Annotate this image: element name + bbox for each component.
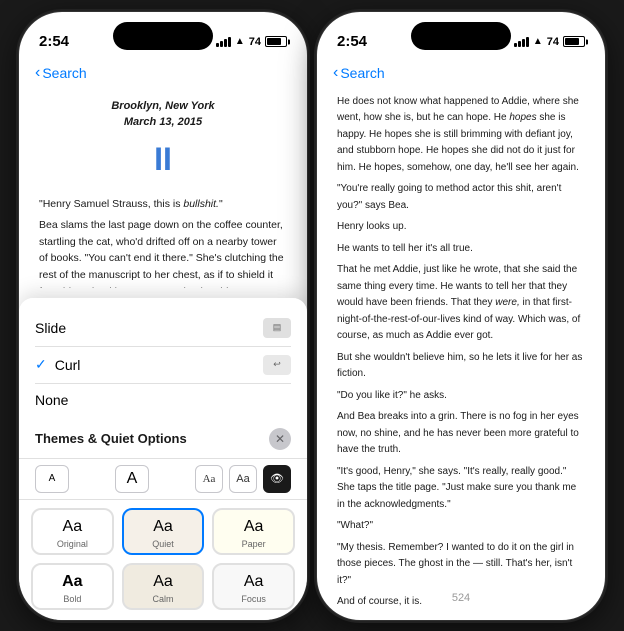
font-style-icons: Aa Aa 👁: [195, 465, 291, 493]
left-status-icons: ▲ 74: [216, 36, 287, 48]
phones-container: 2:54 ▲ 74 ‹ Search: [18, 11, 606, 621]
right-dynamic-island: [411, 22, 511, 50]
none-label: None: [35, 392, 68, 408]
right-para-6: But she wouldn't believe him, so he lets…: [337, 350, 585, 383]
right-para-5: That he met Addie, just like he wrote, t…: [337, 262, 585, 345]
chapter-number: II: [39, 135, 287, 185]
right-status-time: 2:54: [337, 33, 367, 50]
right-para-11: "My thesis. Remember? I wanted to do it …: [337, 540, 585, 590]
overlay-panel: Slide ▤ ✓ Curl ↩ None Themes & Quiet Opt…: [19, 298, 307, 620]
close-button[interactable]: ✕: [269, 428, 291, 450]
theme-bold-label: Bold: [63, 594, 81, 604]
right-status-icons: ▲ 74: [514, 36, 585, 48]
right-battery-text: 74: [547, 36, 559, 48]
curl-icon: ↩: [263, 355, 291, 375]
right-para-4: He wants to tell her it's all true.: [337, 241, 585, 258]
book-para-1: "Henry Samuel Strauss, this is bullshit.…: [39, 196, 287, 213]
slide-label: Slide: [35, 320, 66, 336]
theme-focus-aa: Aa: [244, 573, 264, 591]
font-large-button[interactable]: A: [115, 465, 149, 493]
right-phone: 2:54 ▲ 74 ‹ Search: [316, 11, 606, 621]
theme-quiet-label: Quiet: [152, 539, 174, 549]
right-wifi-icon: ▲: [533, 36, 543, 47]
book-title-area: Brooklyn, New YorkMarch 13, 2015 II: [39, 98, 287, 185]
right-back-button[interactable]: ‹ Search: [333, 64, 385, 82]
book-location: Brooklyn, New YorkMarch 13, 2015: [39, 98, 287, 131]
theme-original[interactable]: Aa Original: [31, 508, 114, 555]
slide-icon: ▤: [263, 318, 291, 338]
right-para-2: "You're really going to method actor thi…: [337, 181, 585, 214]
theme-original-aa: Aa: [63, 518, 83, 536]
themes-header: Themes & Quiet Options ✕: [19, 420, 307, 459]
right-para-3: Henry looks up.: [337, 219, 585, 236]
font-style-serif-button[interactable]: Aa: [195, 465, 223, 493]
eye-mode-button[interactable]: 👁: [263, 465, 291, 493]
right-para-1: He does not know what happened to Addie,…: [337, 94, 585, 177]
signal-bars-icon: [216, 37, 231, 47]
theme-bold[interactable]: Aa Bold: [31, 563, 114, 610]
right-para-7: "Do you like it?" he asks.: [337, 388, 585, 405]
theme-paper-label: Paper: [242, 539, 266, 549]
right-nav-bar: ‹ Search: [317, 62, 605, 88]
right-signal-bars-icon: [514, 37, 529, 47]
right-para-9: "It's good, Henry," she says. "It's real…: [337, 464, 585, 514]
themes-grid: Aa Original Aa Quiet Aa Paper Aa Bold Aa: [19, 500, 307, 620]
slide-option-none[interactable]: None: [35, 384, 291, 416]
battery-icon: [265, 36, 287, 47]
theme-paper[interactable]: Aa Paper: [212, 508, 295, 555]
left-back-button[interactable]: ‹ Search: [35, 64, 87, 82]
left-phone: 2:54 ▲ 74 ‹ Search: [18, 11, 308, 621]
right-para-13: Henry runs his hands through his but rel…: [337, 616, 585, 618]
font-style-sans-button[interactable]: Aa: [229, 465, 257, 493]
right-book-content: He does not know what happened to Addie,…: [317, 88, 605, 618]
checkmark-icon: ✓: [35, 356, 47, 373]
theme-calm[interactable]: Aa Calm: [122, 563, 205, 610]
dynamic-island: [113, 22, 213, 50]
book-text: "Henry Samuel Strauss, this is bullshit.…: [39, 196, 287, 287]
left-book-content: Brooklyn, New YorkMarch 13, 2015 II "Hen…: [19, 88, 307, 288]
theme-bold-aa: Aa: [62, 573, 82, 591]
slide-option-slide[interactable]: Slide ▤: [35, 310, 291, 347]
theme-calm-label: Calm: [152, 594, 173, 604]
right-para-8: And Bea breaks into a grin. There is no …: [337, 409, 585, 459]
right-para-10: "What?": [337, 518, 585, 535]
theme-original-label: Original: [57, 539, 88, 549]
font-small-button[interactable]: A: [35, 465, 69, 493]
book-para-2: Bea slams the last page down on the coff…: [39, 217, 287, 288]
curl-label: Curl: [55, 357, 81, 373]
right-battery-icon: [563, 36, 585, 47]
right-back-chevron-icon: ‹: [333, 64, 338, 82]
theme-paper-aa: Aa: [244, 518, 264, 536]
font-size-row: A A Aa Aa 👁: [19, 459, 307, 500]
page-number: 524: [452, 592, 470, 604]
right-back-label: Search: [340, 65, 384, 81]
slide-options: Slide ▤ ✓ Curl ↩ None: [19, 298, 307, 420]
theme-quiet[interactable]: Aa Quiet: [122, 508, 205, 555]
left-nav-bar: ‹ Search: [19, 62, 307, 88]
slide-option-curl[interactable]: ✓ Curl ↩: [35, 347, 291, 384]
theme-calm-aa: Aa: [153, 573, 173, 591]
left-status-time: 2:54: [39, 33, 69, 50]
theme-focus-label: Focus: [241, 594, 266, 604]
back-chevron-icon: ‹: [35, 64, 40, 82]
left-battery-text: 74: [249, 36, 261, 48]
wifi-icon: ▲: [235, 36, 245, 47]
theme-quiet-aa: Aa: [153, 518, 173, 536]
left-back-label: Search: [42, 65, 86, 81]
theme-focus[interactable]: Aa Focus: [212, 563, 295, 610]
themes-title: Themes & Quiet Options: [35, 431, 187, 446]
